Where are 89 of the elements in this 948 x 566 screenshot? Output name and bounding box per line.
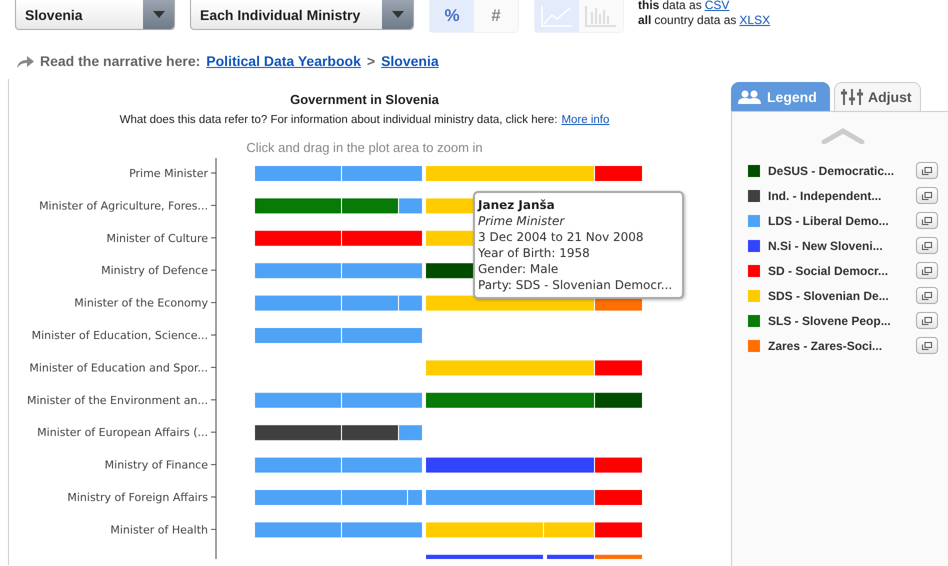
window-icon-button[interactable] bbox=[916, 212, 938, 229]
term-bar[interactable] bbox=[255, 458, 341, 473]
term-bar[interactable] bbox=[255, 198, 341, 214]
term-bar[interactable] bbox=[399, 296, 422, 311]
view-dropdown[interactable]: Each Individual Ministry bbox=[190, 0, 414, 30]
adjust-tab[interactable]: Adjust bbox=[834, 82, 921, 111]
window-icon-button[interactable] bbox=[916, 262, 938, 279]
row-label: Minister of European Affairs (... bbox=[37, 426, 208, 440]
legend-label[interactable]: Zares - Zares-Soci... bbox=[768, 338, 908, 352]
download-scope: all bbox=[638, 13, 652, 27]
overlapping-windows-icon bbox=[922, 192, 932, 200]
term-bar[interactable] bbox=[342, 198, 398, 214]
chart-title: Government in Slovenia bbox=[289, 92, 440, 107]
tooltip-party: Party: SDS - Slovenian Democr... bbox=[478, 277, 674, 293]
window-icon-button[interactable] bbox=[916, 287, 938, 304]
term-bar[interactable] bbox=[255, 425, 341, 440]
term-bar[interactable] bbox=[342, 522, 422, 538]
narrative-label: Read the narrative here: bbox=[40, 53, 200, 69]
tooltip-gender: Gender: Male bbox=[478, 261, 560, 277]
legend-label[interactable]: DeSUS - Democratic... bbox=[768, 164, 908, 178]
download-text: country data as bbox=[654, 13, 736, 27]
caret-icon bbox=[392, 11, 404, 18]
window-icon-button[interactable] bbox=[916, 187, 938, 204]
tooltip-period: 3 Dec 2004 to 21 Nov 2008 bbox=[478, 229, 645, 245]
term-bar[interactable] bbox=[426, 392, 594, 408]
breadcrumb-separator: > bbox=[366, 53, 376, 69]
overlapping-windows-icon bbox=[922, 292, 932, 300]
term-bar[interactable] bbox=[595, 392, 642, 408]
download-text: data as bbox=[662, 0, 702, 12]
row-label: Ministry of Foreign Affairs bbox=[67, 491, 208, 504]
tooltip-birth: Year of Birth: 1958 bbox=[478, 245, 591, 261]
window-icon-button[interactable] bbox=[916, 162, 938, 179]
narrative-link[interactable]: Political Data Yearbook bbox=[206, 53, 361, 69]
window-icon-button[interactable] bbox=[916, 337, 938, 354]
term-bar[interactable] bbox=[255, 296, 341, 311]
legend-label[interactable]: Ind. - Independent... bbox=[768, 188, 908, 202]
chevron-up-icon[interactable] bbox=[821, 128, 865, 144]
term-bar[interactable] bbox=[342, 425, 398, 440]
term-bar[interactable] bbox=[342, 458, 422, 473]
row-label: Minister of the Economy bbox=[74, 296, 208, 310]
value-toggle-button[interactable]: % bbox=[430, 0, 474, 32]
row-label: Prime Minister bbox=[129, 167, 208, 180]
term-bar[interactable] bbox=[342, 296, 398, 311]
tooltip-name: Janez Janša bbox=[478, 197, 556, 213]
legend-label[interactable]: SLS - Slovene Peop... bbox=[768, 314, 908, 328]
row-label: Minister of the Environment an... bbox=[27, 394, 208, 407]
line-chart-button[interactable] bbox=[535, 0, 579, 32]
overlapping-windows-icon bbox=[922, 216, 932, 224]
download-link[interactable]: XLSX bbox=[739, 13, 770, 27]
term-bar[interactable] bbox=[426, 554, 543, 559]
row-label: Minister of Culture bbox=[106, 232, 208, 245]
row-label: Ministry of Finance bbox=[104, 458, 208, 472]
overlapping-windows-icon bbox=[922, 342, 932, 350]
legend-label[interactable]: N.Si - New Sloveni... bbox=[768, 238, 908, 252]
term-bar[interactable] bbox=[399, 198, 422, 214]
legend-label[interactable]: LDS - Liberal Demo... bbox=[768, 214, 908, 228]
row-label: Minister of Health bbox=[110, 523, 208, 536]
term-bar[interactable] bbox=[595, 360, 642, 376]
row-label: Ministry of Defence bbox=[101, 264, 208, 278]
more-info-link[interactable]: More info bbox=[561, 114, 610, 126]
term-bar[interactable] bbox=[426, 458, 594, 473]
tooltip-role: Prime Minister bbox=[478, 213, 566, 229]
overlapping-windows-icon bbox=[922, 242, 932, 250]
share-arrow-icon bbox=[16, 54, 34, 68]
narrative-link[interactable]: Slovenia bbox=[381, 53, 439, 69]
term-bar[interactable] bbox=[426, 263, 473, 278]
row-label: Minister of Education and Spor... bbox=[29, 361, 208, 374]
term-bar[interactable] bbox=[595, 458, 642, 473]
download-scope: this bbox=[638, 0, 660, 12]
overlapping-windows-icon bbox=[922, 266, 932, 274]
overlapping-windows-icon bbox=[922, 316, 932, 324]
zoom-hint: Click and drag in the plot area to zoom in bbox=[245, 140, 484, 155]
country-dropdown[interactable]: Slovenia bbox=[15, 0, 175, 30]
window-icon-button[interactable] bbox=[916, 312, 938, 329]
term-bar[interactable] bbox=[595, 522, 642, 538]
term-bar[interactable] bbox=[547, 554, 594, 559]
term-bar[interactable] bbox=[255, 522, 341, 538]
bar-chart-button[interactable] bbox=[579, 0, 623, 32]
row-label: Minister of Agriculture, Fores... bbox=[39, 199, 208, 212]
legend-label[interactable]: SD - Social Democr... bbox=[768, 264, 908, 278]
download-link[interactable]: CSV bbox=[704, 0, 730, 12]
chart-subtitle: What does this data refer to? For information about individual ministry data, click here: bbox=[120, 114, 558, 126]
people-icon bbox=[737, 90, 763, 104]
legend-label[interactable]: SDS - Slovenian De... bbox=[768, 288, 908, 302]
overlapping-windows-icon bbox=[922, 166, 932, 174]
caret-icon bbox=[152, 11, 164, 18]
window-icon-button[interactable] bbox=[916, 237, 938, 254]
sliders-icon bbox=[840, 89, 864, 105]
row-label: Minister of Education, Science... bbox=[32, 329, 208, 342]
